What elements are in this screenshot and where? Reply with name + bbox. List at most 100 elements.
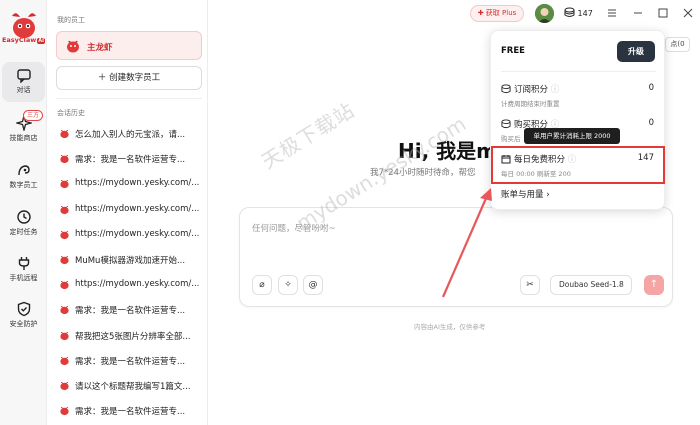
daily-limit-tooltip: 单用户累计消耗上限 2000 <box>524 128 620 144</box>
lobster-icon <box>60 331 69 340</box>
billing-usage-link[interactable]: 账单与用量 › <box>501 188 550 200</box>
annotation-highlight-box <box>491 146 665 184</box>
history-item-title: https://mydown.yesky.com/... <box>75 203 200 214</box>
arrow-up-icon: ↑ <box>649 279 659 290</box>
menu-icon[interactable] <box>606 7 618 19</box>
send-button[interactable]: ↑ <box>644 275 664 295</box>
coin-stack-icon <box>501 119 511 129</box>
employee-icon <box>17 165 30 176</box>
lobster-icon <box>60 281 69 290</box>
maximize-icon[interactable] <box>657 7 669 19</box>
left-rail: EasyClaw AI 对话 三方 技能商店 数字员工 定时任务 手机远程 安全防… <box>0 0 47 425</box>
chat-icon <box>16 69 31 83</box>
history-item[interactable]: 需求：我是一名软件运营专... <box>56 351 202 371</box>
rail-item-digital-employee[interactable]: 数字员工 <box>2 157 45 197</box>
attach-button[interactable]: ⌀ <box>252 275 272 295</box>
scissors-button[interactable]: ✂ <box>520 275 540 295</box>
watermark-cn: 天极下载站 <box>257 97 359 174</box>
plan-name: FREE <box>501 46 525 56</box>
create-employee-label: 创建数字员工 <box>109 73 161 83</box>
employees-section-title: 我的员工 <box>57 16 85 24</box>
history-item-title: https://mydown.yesky.com/... <box>75 178 200 189</box>
info-icon[interactable]: ⓘ <box>551 85 560 95</box>
history-item[interactable]: https://mydown.yesky.com/... <box>56 200 202 220</box>
employee-name: 主龙虾 <box>87 43 113 53</box>
avatar-image-icon <box>535 4 554 23</box>
history-item-title: 需求：我是一名软件运营专... <box>75 155 186 166</box>
rail-item-security[interactable]: 安全防护 <box>2 296 45 336</box>
history-item-title: 帮我把这5张图片分辨率全部... <box>75 331 191 342</box>
purchased-points-desc: 购买后 <box>501 135 521 143</box>
divider <box>501 71 656 72</box>
sidebar: 我的员工 主龙虾 ＋ 创建数字员工 会话历史 怎么加入别人的元宝派，请... 需求… <box>47 0 208 425</box>
history-item[interactable]: https://mydown.yesky.com/... <box>56 174 202 194</box>
rail-label: 数字员工 <box>9 181 38 189</box>
rail-item-chat[interactable]: 对话 <box>2 62 45 102</box>
plug-icon <box>18 257 29 270</box>
history-item-title: 请以这个标题帮我编写1篇文... <box>75 382 191 392</box>
lobster-icon <box>60 382 69 391</box>
plus-icon: ＋ <box>97 73 110 83</box>
history-item-title: 需求：我是一名软件运营专... <box>75 306 186 317</box>
coin-stack-icon <box>501 84 511 94</box>
lobster-icon <box>60 130 69 139</box>
history-item[interactable]: 需求：我是一名软件运营专... <box>56 149 202 169</box>
sparkle-tool-icon: ✧ <box>284 280 292 290</box>
lobster-icon <box>60 155 69 164</box>
history-item[interactable]: MuMu模拟器游戏加速开始... <box>56 250 202 270</box>
model-select[interactable]: Doubao Seed-1.8 ⌄ <box>550 275 632 295</box>
get-plus-label: 获取 Plus <box>485 9 517 17</box>
ai-disclaimer: 内容由AI生成，仅供参考 <box>414 323 486 331</box>
history-item[interactable]: 需求：我是一名软件运营专... <box>56 300 202 320</box>
employee-card[interactable]: 主龙虾 <box>56 31 202 60</box>
minimize-icon[interactable] <box>632 7 644 19</box>
history-section-title: 会话历史 <box>57 109 85 117</box>
partial-side-button[interactable]: 点(0 <box>665 37 690 52</box>
app-name: EasyClaw AI <box>1 36 46 44</box>
lobster-icon <box>60 306 69 315</box>
clock-icon <box>16 210 31 224</box>
rail-item-skill-store[interactable]: 三方 技能商店 <box>2 110 45 150</box>
create-employee-button[interactable]: ＋ 创建数字员工 <box>56 66 202 90</box>
paperclip-icon: ⌀ <box>259 280 265 290</box>
history-item-title: https://mydown.yesky.com/... <box>75 228 200 239</box>
rail-label: 技能商店 <box>9 134 38 142</box>
history-item-title: https://mydown.yesky.com/... <box>75 279 200 290</box>
lobster-avatar-icon <box>67 40 79 53</box>
points-balance[interactable]: 147 <box>564 7 593 18</box>
coin-stack-icon <box>564 7 575 17</box>
history-item-title: 怎么加入别人的元宝派，请... <box>75 130 186 140</box>
plus-sparkle-icon: ✚ <box>477 9 486 17</box>
history-item[interactable]: 帮我把这5张图片分辨率全部... <box>56 326 202 346</box>
divider <box>56 98 202 99</box>
upgrade-button[interactable]: 升级 <box>617 41 655 62</box>
mention-button[interactable]: @ <box>303 275 323 295</box>
rail-item-scheduled-tasks[interactable]: 定时任务 <box>2 204 45 244</box>
rail-label: 对话 <box>16 86 31 94</box>
lobster-icon <box>60 205 69 214</box>
third-party-badge: 三方 <box>22 110 43 121</box>
chevron-right-icon: › <box>546 190 550 200</box>
history-item[interactable]: https://mydown.yesky.com/... <box>56 225 202 245</box>
get-plus-button[interactable]: ✚ 获取 Plus <box>470 5 524 22</box>
history-item-title: 需求：我是一名软件运营专... <box>75 407 186 418</box>
subscription-points-desc: 计费周期结束时重置 <box>501 100 560 108</box>
lobster-icon <box>60 256 69 265</box>
rail-item-phone-remote[interactable]: 手机远程 <box>2 250 45 290</box>
history-item[interactable]: 怎么加入别人的元宝派，请... <box>56 124 202 144</box>
history-item[interactable]: 需求：我是一名软件运营专... <box>56 401 202 421</box>
lobster-icon <box>60 407 69 416</box>
user-avatar[interactable] <box>535 4 554 23</box>
rail-label: 手机远程 <box>9 274 38 282</box>
at-icon: @ <box>308 280 318 290</box>
skill-button[interactable]: ✧ <box>278 275 298 295</box>
close-icon[interactable] <box>682 7 694 19</box>
history-item-title: MuMu模拟器游戏加速开始... <box>75 256 186 266</box>
history-item-title: 需求：我是一名软件运营专... <box>75 356 186 367</box>
scissors-icon: ✂ <box>526 280 534 290</box>
purchased-points-value: 0 <box>648 118 654 128</box>
history-item[interactable]: https://mydown.yesky.com/... <box>56 275 202 295</box>
lobster-icon <box>60 180 69 189</box>
history-item[interactable]: 请以这个标题帮我编写1篇文... <box>56 376 202 396</box>
shield-icon <box>17 301 30 317</box>
